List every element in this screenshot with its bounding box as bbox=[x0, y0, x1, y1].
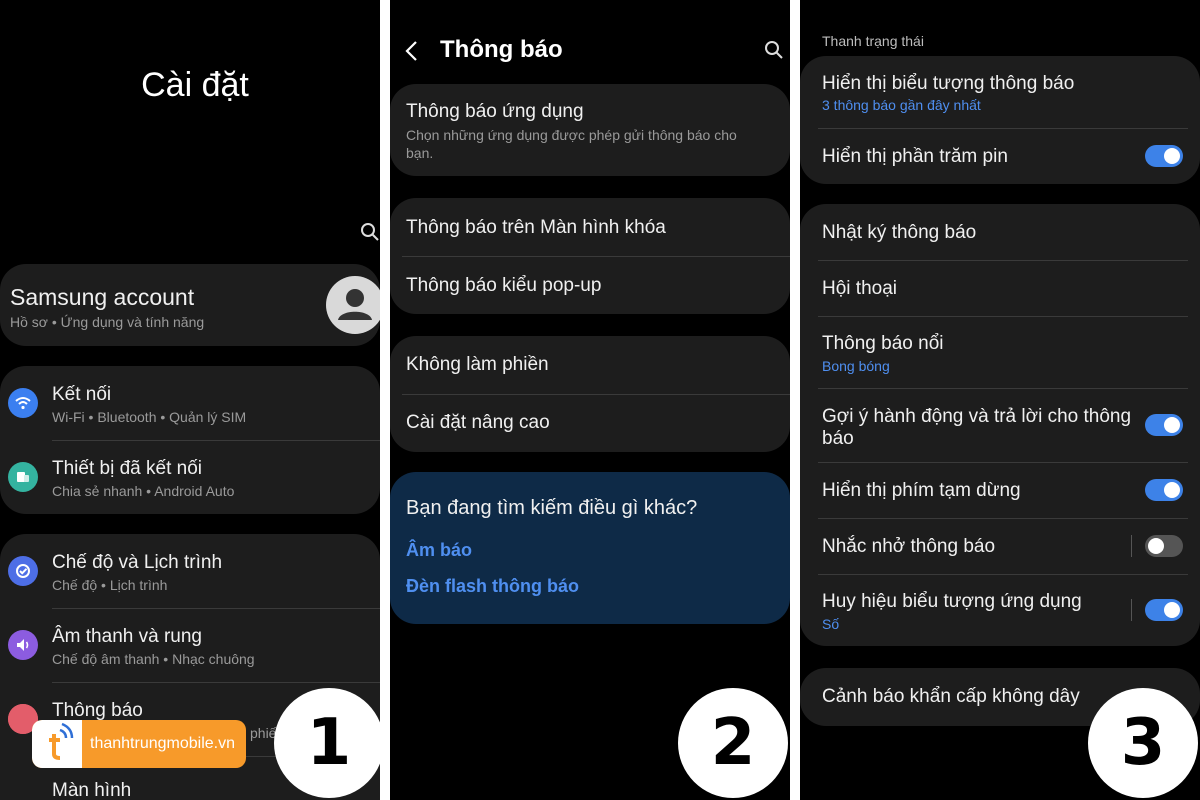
settings-item-title: Kết nối bbox=[52, 384, 112, 405]
settings-item-title: Âm thanh và rung bbox=[52, 626, 202, 647]
account-title: Samsung account bbox=[10, 284, 195, 310]
step-number-1: 1 bbox=[274, 688, 384, 798]
samsung-account-card[interactable]: Samsung account Hồ sơ • Ứng dụng và tính… bbox=[0, 264, 380, 346]
item-title: Hội thoại bbox=[822, 278, 897, 299]
suggest-actions-item[interactable]: Gợi ý hành động và trả lời cho thông báo bbox=[800, 388, 1200, 462]
item-subtitle: Số bbox=[822, 616, 840, 632]
connected-devices-icon bbox=[8, 462, 38, 492]
avatar[interactable] bbox=[326, 276, 380, 334]
brand-logo bbox=[32, 720, 82, 768]
item-title: Huy hiệu biểu tượng ứng dụng bbox=[822, 591, 1082, 612]
settings-item-subtitle: Wi-Fi • Bluetooth • Quản lý SIM bbox=[52, 409, 247, 425]
user-icon bbox=[338, 289, 372, 320]
settings-item-subtitle: phiế bbox=[250, 725, 277, 741]
item-title: báo bbox=[822, 428, 854, 449]
item-subtitle: Bong bóng bbox=[822, 358, 890, 374]
notifications-panel: Thông báo Thông báo ứng dụng Chọn những … bbox=[390, 0, 790, 800]
flash-notification-link[interactable]: Đèn flash thông báo bbox=[406, 576, 579, 597]
battery-percentage-toggle[interactable] bbox=[1145, 145, 1183, 167]
item-subtitle: 3 thông báo gần đây nhất bbox=[822, 97, 981, 113]
suggestion-card: Bạn đang tìm kiếm điều gì khác? Âm báo Đ… bbox=[390, 472, 790, 624]
settings-item-title: Chế độ và Lịch trình bbox=[52, 552, 223, 573]
item-title: Thông báo trên Màn hình khóa bbox=[406, 217, 666, 238]
snooze-button-item[interactable]: Hiển thị phím tạm dừng bbox=[800, 462, 1200, 518]
app-notifications-subtitle: bạn. bbox=[406, 145, 434, 161]
account-subtitle: Hồ sơ • Ứng dụng và tính năng bbox=[10, 314, 205, 330]
item-title: Thông báo kiểu pop-up bbox=[406, 275, 602, 296]
lockscreen-notifications-item[interactable]: Thông báo trên Màn hình khóa bbox=[390, 198, 790, 256]
conversations-item[interactable]: Hội thoại bbox=[800, 260, 1200, 316]
item-title: Hiển thị phần trăm pin bbox=[822, 146, 1008, 167]
back-arrow-icon[interactable] bbox=[404, 40, 420, 62]
sound-icon bbox=[8, 630, 38, 660]
app-notifications-title: Thông báo ứng dụng bbox=[406, 101, 584, 122]
app-notifications-subtitle: Chọn những ứng dụng được phép gửi thông … bbox=[406, 127, 737, 143]
search-icon[interactable] bbox=[360, 222, 380, 242]
modes-icon bbox=[8, 556, 38, 586]
battery-percentage-item[interactable]: Hiển thị phần trăm pin bbox=[800, 128, 1200, 184]
more-settings-card: Không làm phiền Cài đặt nâng cao bbox=[390, 336, 790, 452]
settings-item-connections[interactable]: Kết nối Wi-Fi • Bluetooth • Quản lý SIM bbox=[0, 366, 380, 440]
section-label: Thanh trạng thái bbox=[822, 33, 924, 49]
brand-logo-icon bbox=[49, 722, 74, 760]
notification-icons-item[interactable]: Hiển thị biểu tượng thông báo 3 thông bá… bbox=[800, 56, 1200, 128]
item-title: Nhật ký thông báo bbox=[822, 222, 977, 243]
advanced-notifications-panel: Thanh trạng thái Hiển thị biểu tượng thô… bbox=[800, 0, 1200, 800]
wifi-icon bbox=[8, 388, 38, 418]
notification-reminders-item[interactable]: Nhắc nhở thông báo bbox=[800, 518, 1200, 574]
app-icon-badges-toggle[interactable] bbox=[1145, 599, 1183, 621]
settings-item-title: Thiết bị đã kết nối bbox=[52, 458, 202, 479]
app-icon-badges-item[interactable]: Huy hiệu biểu tượng ứng dụng Số bbox=[800, 574, 1200, 646]
step-number-3: 3 bbox=[1088, 688, 1198, 798]
settings-item-connected-devices[interactable]: Thiết bị đã kết nối Chia sẻ nhanh • Andr… bbox=[0, 440, 380, 514]
settings-item-title: Thông báo bbox=[52, 700, 143, 721]
advanced-settings-item[interactable]: Cài đặt nâng cao bbox=[390, 394, 790, 452]
item-title: Gợi ý hành động và trả lời cho thông bbox=[822, 406, 1132, 427]
notification-sound-link[interactable]: Âm báo bbox=[406, 540, 472, 561]
popup-notifications-item[interactable]: Thông báo kiểu pop-up bbox=[390, 256, 790, 314]
item-title: Không làm phiền bbox=[406, 354, 549, 375]
settings-item-subtitle: Chia sẻ nhanh • Android Auto bbox=[52, 483, 235, 499]
settings-item-subtitle: Chế độ âm thanh • Nhạc chuông bbox=[52, 651, 255, 667]
item-title: Cảnh báo khẩn cấp không dây bbox=[822, 686, 1080, 707]
notification-settings-card: Thông báo trên Màn hình khóa Thông báo k… bbox=[390, 198, 790, 314]
app-notifications-card[interactable]: Thông báo ứng dụng Chọn những ứng dụng đ… bbox=[390, 84, 790, 176]
toggle-separator bbox=[1131, 535, 1132, 557]
settings-group-1: Kết nối Wi-Fi • Bluetooth • Quản lý SIM … bbox=[0, 366, 380, 514]
item-title: Hiển thị biểu tượng thông báo bbox=[822, 73, 1075, 94]
brand-name: thanhtrungmobile.vn bbox=[90, 735, 235, 752]
item-title: Nhắc nhở thông báo bbox=[822, 536, 996, 557]
settings-item-sound[interactable]: Âm thanh và rung Chế độ âm thanh • Nhạc … bbox=[0, 608, 380, 682]
step-number-2: 2 bbox=[678, 688, 788, 798]
notification-history-item[interactable]: Nhật ký thông báo bbox=[800, 204, 1200, 260]
item-title: Hiển thị phím tạm dừng bbox=[822, 480, 1021, 501]
search-icon[interactable] bbox=[764, 40, 784, 60]
settings-item-subtitle: Chế độ • Lịch trình bbox=[52, 577, 168, 593]
notification-reminders-toggle[interactable] bbox=[1145, 535, 1183, 557]
snooze-button-toggle[interactable] bbox=[1145, 479, 1183, 501]
suggest-actions-toggle[interactable] bbox=[1145, 414, 1183, 436]
item-title: Cài đặt nâng cao bbox=[406, 412, 550, 433]
notification-options-card: Nhật ký thông báo Hội thoại Thông báo nổ… bbox=[800, 204, 1200, 646]
page-title: Cài đặt bbox=[141, 66, 249, 104]
suggestion-title: Bạn đang tìm kiếm điều gì khác? bbox=[406, 497, 698, 519]
brand-watermark: thanhtrungmobile.vn bbox=[32, 720, 246, 768]
do-not-disturb-item[interactable]: Không làm phiền bbox=[390, 336, 790, 394]
item-title: Thông báo nổi bbox=[822, 333, 944, 354]
settings-panel: Cài đặt Samsung account Hồ sơ • Ứng dụng… bbox=[0, 0, 380, 800]
toggle-separator bbox=[1131, 599, 1132, 621]
status-bar-card: Hiển thị biểu tượng thông báo 3 thông bá… bbox=[800, 56, 1200, 184]
page-title: Thông báo bbox=[440, 36, 563, 63]
settings-item-display[interactable]: Màn hình bbox=[52, 780, 131, 800]
floating-notifications-item[interactable]: Thông báo nổi Bong bóng bbox=[800, 316, 1200, 388]
settings-item-modes[interactable]: Chế độ và Lịch trình Chế độ • Lịch trình bbox=[0, 534, 380, 608]
